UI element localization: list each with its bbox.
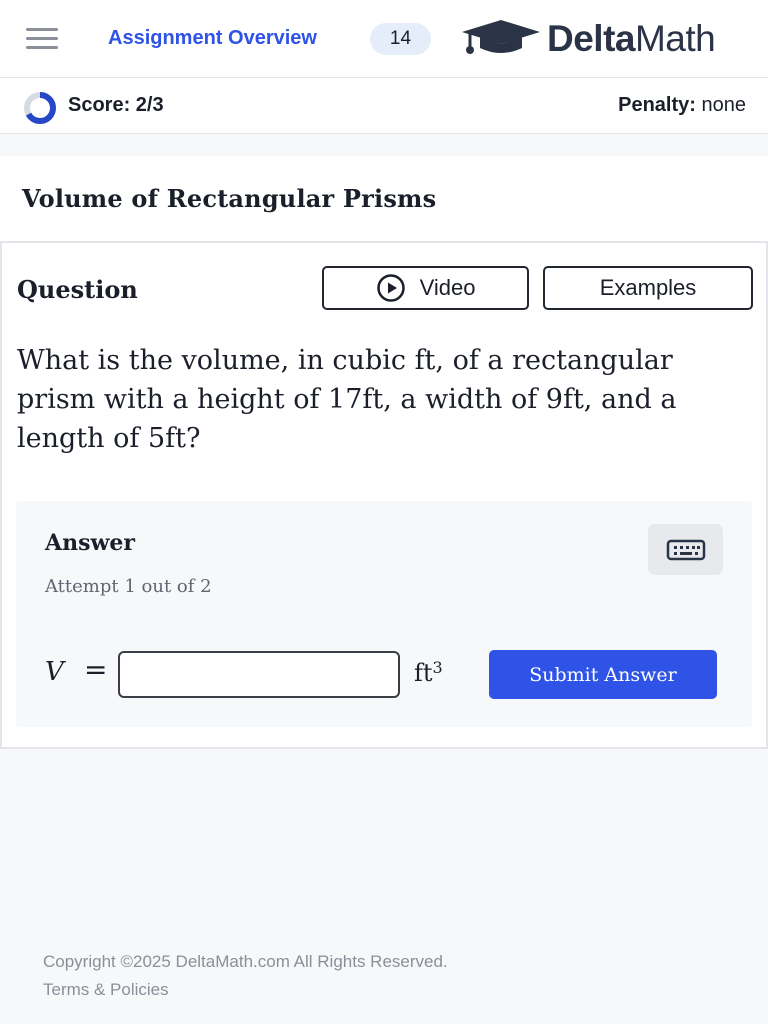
problem-title-card: Volume of Rectangular Prisms — [0, 156, 768, 242]
play-circle-icon — [376, 274, 405, 302]
top-navigation-bar: Assignment Overview 14 DeltaMath — [0, 0, 768, 78]
submit-answer-button[interactable]: Submit Answer — [489, 650, 717, 699]
logo-wordmark: DeltaMath — [547, 18, 716, 60]
variable-label: V — [45, 657, 64, 687]
answer-input[interactable] — [118, 651, 400, 698]
penalty-value: none — [701, 94, 747, 116]
penalty-info: Penalty: none — [618, 94, 746, 117]
deltamath-logo: DeltaMath — [462, 18, 752, 60]
attempt-counter: Attempt 1 out of 2 — [45, 576, 212, 597]
penalty-label: Penalty: — [618, 94, 696, 116]
score-progress-ring — [24, 92, 56, 124]
answer-heading: Answer — [45, 530, 135, 556]
page-footer: Copyright ©2025 DeltaMath.com All Rights… — [43, 948, 448, 1004]
question-text: What is the volume, in cubic ft, of a re… — [17, 345, 677, 454]
assignment-overview-link[interactable]: Assignment Overview — [108, 27, 317, 50]
equals-sign: = — [84, 653, 108, 686]
video-button-label: Video — [419, 275, 476, 300]
score-bar: Score: 2/3 Penalty: none — [0, 78, 768, 134]
video-button[interactable]: Video — [322, 266, 529, 310]
problem-title: Volume of Rectangular Prisms — [22, 184, 437, 213]
assignment-count-badge: 14 — [370, 23, 431, 55]
keyboard-icon — [666, 539, 705, 560]
terms-policies-link[interactable]: Terms & Policies — [43, 976, 448, 1004]
logo-wordmark-bold: Delta — [547, 18, 635, 59]
score-label: Score: 2/3 — [68, 94, 164, 116]
question-heading: Question — [17, 275, 138, 304]
hamburger-icon[interactable] — [26, 28, 58, 50]
answer-panel: Answer Attempt 1 out of 2 V = ft3 Submit… — [16, 501, 752, 727]
logo-wordmark-light: Math — [634, 18, 716, 59]
copyright-text: Copyright ©2025 DeltaMath.com All Rights… — [43, 952, 448, 971]
examples-button[interactable]: Examples — [543, 266, 753, 310]
keyboard-toggle-button[interactable] — [648, 524, 723, 575]
unit-exponent: 3 — [432, 658, 443, 677]
question-card: Question Video Examples What is the volu… — [0, 241, 768, 749]
unit-text: ft — [414, 659, 433, 687]
graduation-cap-icon — [462, 20, 540, 54]
unit-label: ft3 — [414, 658, 443, 687]
